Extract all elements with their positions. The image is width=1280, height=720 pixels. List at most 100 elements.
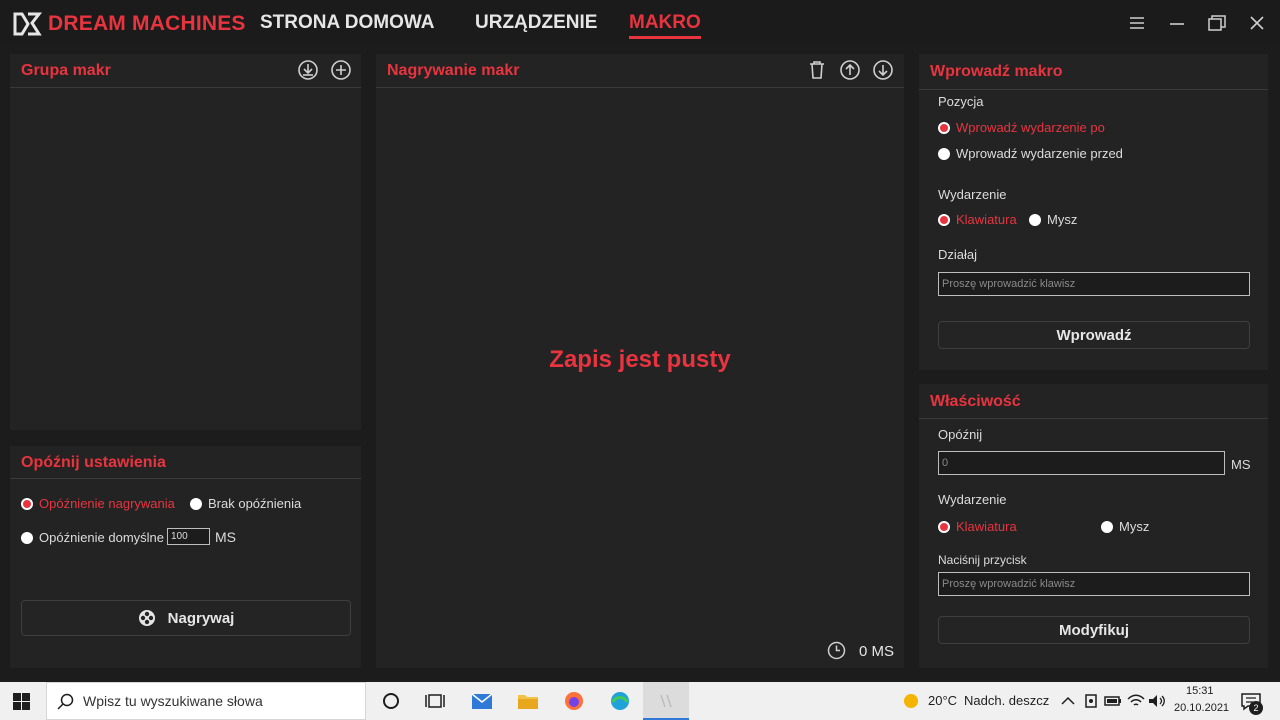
edge-icon[interactable] xyxy=(609,691,631,711)
insert-key-input[interactable]: Proszę wprowadzić klawisz xyxy=(938,272,1250,296)
cortana-icon[interactable] xyxy=(380,691,402,711)
battery-icon[interactable] xyxy=(1102,691,1124,711)
trash-icon[interactable] xyxy=(806,59,828,81)
brand-name: DREAM MACHINES xyxy=(48,12,246,35)
delay-label: Opóźnij xyxy=(938,427,983,442)
radio-label: Wprowadź wydarzenie po xyxy=(956,120,1105,135)
close-icon[interactable] xyxy=(1246,12,1268,34)
active-app-tile[interactable] xyxy=(643,682,689,720)
total-time-value: 0 MS xyxy=(859,643,895,660)
nav-macro[interactable]: MAKRO xyxy=(629,12,701,39)
nav-device[interactable]: URZĄDZENIE xyxy=(475,12,597,34)
record-button-label: Nagrywaj xyxy=(167,609,235,627)
dream-machines-app-icon xyxy=(660,694,672,708)
title-bar: DREAM MACHINES STRONA DOMOWA URZĄDZENIE … xyxy=(0,0,1280,46)
radio-event-mouse[interactable]: Mysz xyxy=(1029,212,1077,227)
radio-label: Mysz xyxy=(1119,519,1150,534)
position-label: Pozycja xyxy=(938,94,984,109)
radio-label: Brak opóźnienia xyxy=(208,496,302,511)
property-title: Właściwość xyxy=(930,393,1021,410)
file-explorer-icon[interactable] xyxy=(517,691,539,711)
property-delay-unit: MS xyxy=(1231,457,1251,472)
radio-unselected-icon xyxy=(1101,520,1113,533)
mail-icon[interactable] xyxy=(471,691,493,711)
device-icon[interactable] xyxy=(1080,691,1102,711)
radio-unselected-icon xyxy=(938,147,950,160)
radio-selected-icon xyxy=(938,121,950,134)
record-icon xyxy=(138,610,155,626)
insert-macro-panel: Wprowadź makro Pozycja Wprowadź wydarzen… xyxy=(919,54,1268,370)
panel-divider xyxy=(919,418,1268,419)
radio-selected-icon xyxy=(938,213,950,226)
radio-record-delay[interactable]: Opóźnienie nagrywania xyxy=(21,496,175,511)
macro-group-panel: Grupa makr xyxy=(10,54,361,430)
nav-home[interactable]: STRONA DOMOWA xyxy=(260,12,435,34)
record-button[interactable]: Nagrywaj xyxy=(21,600,351,636)
radio-property-mouse[interactable]: Mysz xyxy=(1101,519,1149,534)
insert-macro-title: Wprowadź makro xyxy=(930,63,1063,80)
radio-selected-icon xyxy=(21,497,33,510)
import-icon[interactable] xyxy=(297,59,319,81)
windows-start-icon[interactable] xyxy=(13,693,30,710)
radio-unselected-icon xyxy=(190,497,202,510)
property-key-input[interactable]: Proszę wprowadzić klawisz xyxy=(938,572,1250,596)
radio-insert-after[interactable]: Wprowadź wydarzenie po xyxy=(938,120,1105,135)
taskbar-search-box[interactable]: Wpisz tu wyszukiwane słowa xyxy=(46,682,366,720)
action-label: Działaj xyxy=(938,247,978,262)
delay-unit-label: MS xyxy=(215,529,236,545)
empty-record-message: Zapis jest pusty xyxy=(549,346,731,373)
weather-sun-icon xyxy=(904,694,918,708)
radio-label: Opóźnienie nagrywania xyxy=(39,496,175,511)
delay-settings-title: Opóźnij ustawienia xyxy=(21,454,166,471)
radio-label: Opóźnienie domyślne xyxy=(39,530,165,545)
property-panel: Właściwość Opóźnij 0 MS Wydarzenie Klawi… xyxy=(919,384,1268,668)
radio-property-keyboard[interactable]: Klawiatura xyxy=(938,519,1017,534)
clock-time[interactable]: 15:31 xyxy=(1186,685,1214,697)
task-view-icon[interactable] xyxy=(424,691,446,711)
default-delay-input[interactable]: 100 xyxy=(167,528,210,545)
panel-divider xyxy=(10,478,361,479)
move-up-icon[interactable] xyxy=(839,59,861,81)
panel-divider xyxy=(376,87,904,88)
macro-recording-title: Nagrywanie makr xyxy=(387,62,520,79)
radio-event-keyboard[interactable]: Klawiatura xyxy=(938,212,1017,227)
macro-group-title: Grupa makr xyxy=(21,62,111,79)
radio-label: Wprowadź wydarzenie przed xyxy=(956,146,1123,161)
radio-unselected-icon xyxy=(1029,213,1041,226)
insert-button[interactable]: Wprowadź xyxy=(938,321,1250,349)
weather-temp[interactable]: 20°C xyxy=(928,693,957,708)
macro-recording-panel: Nagrywanie makr Zapis jest pusty 0 MS xyxy=(376,54,904,668)
radio-label: Mysz xyxy=(1047,212,1078,227)
menu-icon[interactable] xyxy=(1126,12,1148,34)
speaker-icon[interactable] xyxy=(1146,691,1168,711)
search-placeholder: Wpisz tu wyszukiwane słowa xyxy=(83,693,263,709)
minimize-icon[interactable] xyxy=(1166,12,1188,34)
radio-default-delay[interactable]: Opóźnienie domyślne xyxy=(21,530,164,545)
modify-button[interactable]: Modyfikuj xyxy=(938,616,1250,644)
panel-divider xyxy=(919,89,1268,90)
dream-machines-logo-icon xyxy=(13,12,42,36)
wifi-icon[interactable] xyxy=(1125,691,1147,711)
notification-count-badge: 2 xyxy=(1249,701,1263,715)
radio-label: Klawiatura xyxy=(956,212,1017,227)
search-icon xyxy=(57,693,74,710)
event-label: Wydarzenie xyxy=(938,492,1007,507)
firefox-icon[interactable] xyxy=(563,691,585,711)
maximize-icon[interactable] xyxy=(1206,12,1228,34)
move-down-icon[interactable] xyxy=(872,59,894,81)
radio-insert-before[interactable]: Wprowadź wydarzenie przed xyxy=(938,146,1123,161)
radio-no-delay[interactable]: Brak opóźnienia xyxy=(190,496,301,511)
add-icon[interactable] xyxy=(330,59,352,81)
dream-machines-app: DREAM MACHINES STRONA DOMOWA URZĄDZENIE … xyxy=(0,0,1280,682)
property-delay-input[interactable]: 0 xyxy=(938,451,1225,475)
event-label: Wydarzenie xyxy=(938,187,1007,202)
clock-date[interactable]: 20.10.2021 xyxy=(1174,702,1229,714)
radio-unselected-icon xyxy=(21,531,33,544)
weather-desc[interactable]: Nadch. deszcz xyxy=(964,693,1049,708)
windows-taskbar: Wpisz tu wyszukiwane słowa 20°C Nadch. d… xyxy=(0,682,1280,720)
radio-label: Klawiatura xyxy=(956,519,1017,534)
press-button-label: Naciśnij przycisk xyxy=(938,553,1027,567)
panel-divider xyxy=(10,87,361,88)
radio-selected-icon xyxy=(938,520,950,533)
chevron-up-icon[interactable] xyxy=(1057,691,1079,711)
